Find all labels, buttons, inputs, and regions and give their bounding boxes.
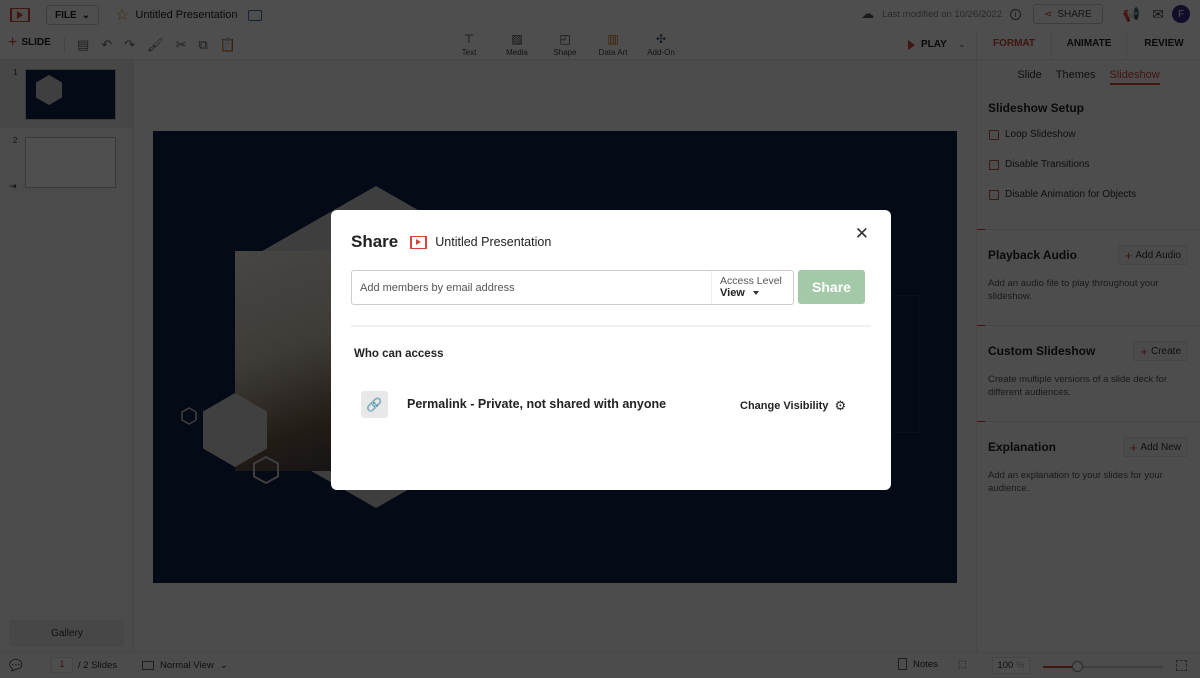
- presentation-app: FILE ⌄ ☆ Untitled Presentation ☁ Last mo…: [0, 0, 1200, 678]
- email-input[interactable]: [352, 271, 711, 304]
- change-visibility-button[interactable]: Change Visibility ⚙: [740, 398, 846, 414]
- share-dialog: Share Untitled Presentation ✕ Access Lev…: [331, 210, 891, 490]
- dialog-title: Share: [351, 232, 399, 251]
- presentation-icon: [410, 235, 428, 249]
- document-name: Untitled Presentation: [435, 235, 552, 249]
- add-members-field: Access Level View: [351, 270, 794, 305]
- access-level-label: Access Level: [720, 275, 782, 287]
- divider: [351, 325, 871, 327]
- permalink-status: Permalink - Private, not shared with any…: [407, 397, 667, 411]
- share-button[interactable]: Share: [798, 270, 865, 304]
- link-icon: 🔗: [361, 391, 388, 418]
- gear-icon: ⚙: [834, 398, 847, 413]
- change-visibility-label: Change Visibility: [740, 400, 829, 412]
- who-can-access-heading: Who can access: [354, 348, 444, 360]
- access-level-value: View: [720, 287, 745, 299]
- caret-down-icon: [752, 291, 759, 295]
- access-level-dropdown[interactable]: Access Level View: [711, 271, 793, 304]
- dialog-header: Share Untitled Presentation: [351, 232, 551, 252]
- close-icon[interactable]: ✕: [855, 225, 869, 242]
